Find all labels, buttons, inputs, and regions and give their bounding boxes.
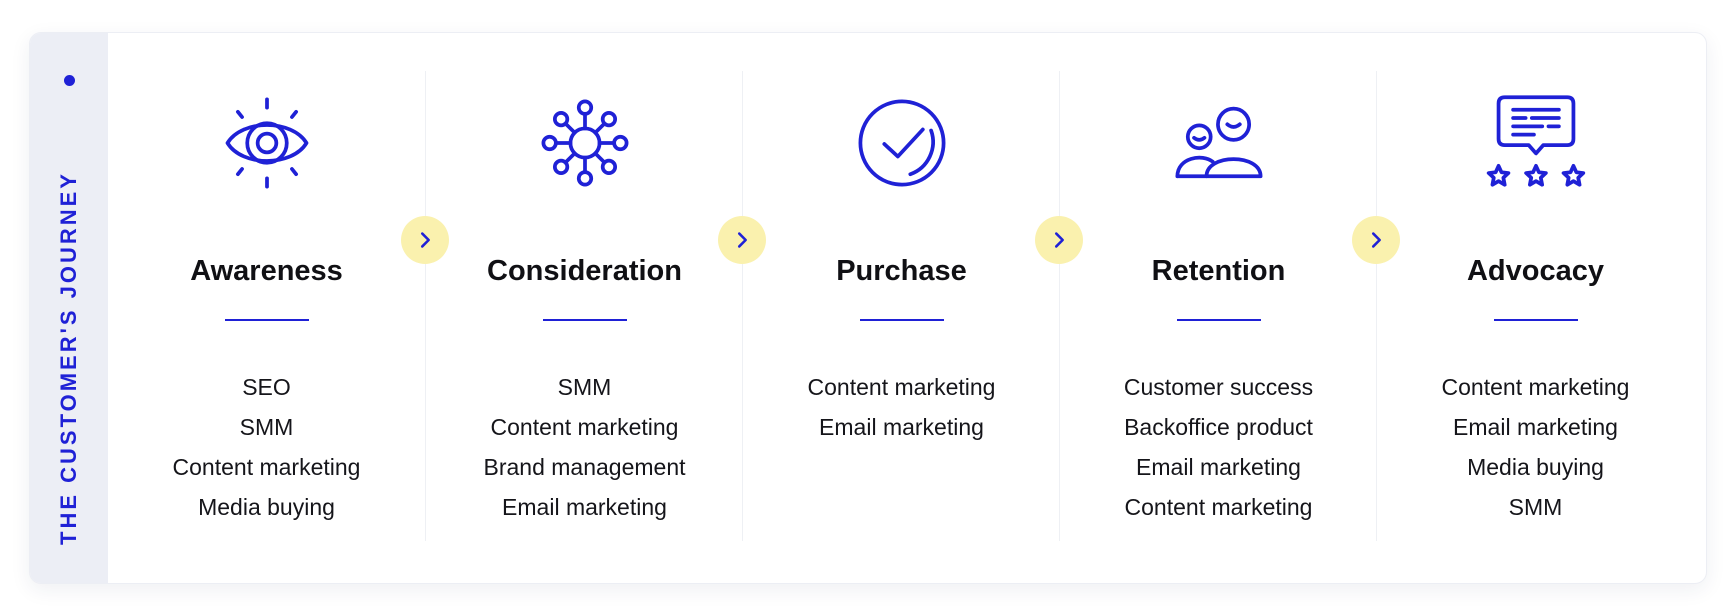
- list-item: SMM: [239, 414, 294, 440]
- stage-purchase: Purchase Content marketing Email marketi…: [742, 71, 1060, 541]
- stage-title: Awareness: [190, 255, 343, 287]
- list-item: Email marketing: [1453, 414, 1618, 440]
- customer-journey-card: THE CUSTOMER'S JOURNEY Awareness SEO SMM…: [29, 32, 1707, 584]
- chevron-right-icon: [1371, 232, 1381, 248]
- review-stars-icon: [1484, 91, 1588, 195]
- list-item: SMM: [1508, 494, 1563, 520]
- list-item: Brand management: [483, 454, 686, 480]
- title-underline: [224, 319, 309, 321]
- stage-title: Consideration: [487, 255, 682, 287]
- list-item: Content marketing: [1441, 374, 1630, 400]
- stage-title: Retention: [1151, 255, 1286, 287]
- chevron-right-icon: [737, 232, 747, 248]
- channel-list: Customer success Backoffice product Emai…: [1060, 367, 1377, 527]
- arrow-connector-4: [1352, 216, 1400, 264]
- arrow-connector-1: [401, 216, 449, 264]
- list-item: Content marketing: [807, 374, 996, 400]
- checkmark-circle-icon: [850, 91, 954, 195]
- chevron-right-icon: [1054, 232, 1064, 248]
- title-underline: [542, 319, 627, 321]
- channel-list: SMM Content marketing Brand management E…: [426, 367, 743, 527]
- sidebar: THE CUSTOMER'S JOURNEY: [30, 33, 108, 583]
- list-item: Media buying: [1467, 454, 1604, 480]
- stage-title: Advocacy: [1466, 255, 1604, 287]
- list-item: Email marketing: [502, 494, 667, 520]
- stage-retention: Retention Customer success Backoffice pr…: [1059, 71, 1377, 541]
- list-item: Content marketing: [490, 414, 679, 440]
- sidebar-dot: [64, 75, 75, 86]
- list-item: Content marketing: [172, 454, 361, 480]
- list-item: Customer success: [1123, 374, 1314, 400]
- network-hub-icon: [533, 91, 637, 195]
- list-item: SEO: [242, 374, 291, 400]
- title-underline: [859, 319, 944, 321]
- title-underline: [1493, 319, 1578, 321]
- list-item: Email marketing: [1136, 454, 1301, 480]
- list-item: SMM: [557, 374, 612, 400]
- list-item: Backoffice product: [1124, 414, 1313, 440]
- arrow-connector-2: [718, 216, 766, 264]
- title-underline: [1176, 319, 1261, 321]
- channel-list: Content marketing Email marketing: [743, 367, 1060, 447]
- list-item: Media buying: [198, 494, 335, 520]
- people-icon: [1167, 91, 1271, 195]
- list-item: Email marketing: [819, 414, 984, 440]
- sidebar-title: THE CUSTOMER'S JOURNEY: [56, 171, 81, 545]
- stage-advocacy: Advocacy Content marketing Email marketi…: [1376, 71, 1694, 541]
- stage-consideration: Consideration SMM Content marketing Bran…: [425, 71, 743, 541]
- channel-list: Content marketing Email marketing Media …: [1377, 367, 1694, 527]
- list-item: Content marketing: [1124, 494, 1313, 520]
- chevron-right-icon: [420, 232, 430, 248]
- stage-awareness: Awareness SEO SMM Content marketing Medi…: [108, 71, 425, 541]
- stage-title: Purchase: [836, 255, 967, 287]
- eye-icon: [215, 91, 319, 195]
- channel-list: SEO SMM Content marketing Media buying: [108, 367, 425, 527]
- arrow-connector-3: [1035, 216, 1083, 264]
